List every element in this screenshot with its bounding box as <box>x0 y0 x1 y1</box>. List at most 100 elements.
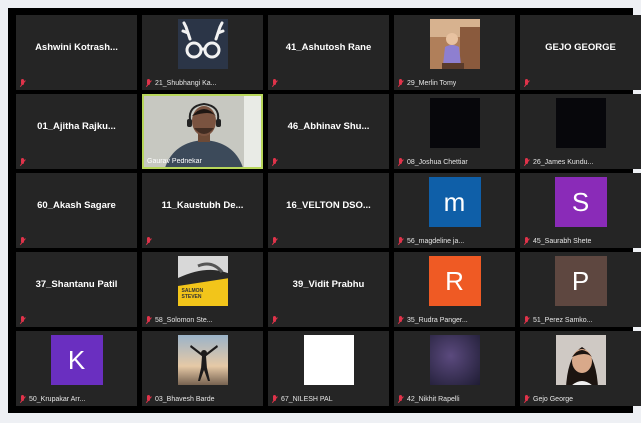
mic-muted-icon <box>523 237 530 246</box>
participant-display-name: 16_VELTON DSO... <box>286 200 371 211</box>
participant-tile[interactable]: 39_Vidit Prabhu <box>268 252 389 327</box>
participant-display-name: 37_Shantanu Patil <box>35 279 118 290</box>
participant-name-label <box>19 237 26 246</box>
participant-name-text: 58_Solomon Ste... <box>155 317 213 324</box>
participant-name-text: Gaurav Pednekar <box>147 158 202 165</box>
participant-tile[interactable]: Ashwini Kotrash... <box>16 15 137 90</box>
mic-muted-icon <box>397 158 404 167</box>
avatar-initial: R <box>445 265 464 296</box>
participant-name-label <box>271 316 278 325</box>
participant-tile[interactable]: 01_Ajitha Rajku... <box>16 94 137 169</box>
mic-muted-icon <box>271 316 278 325</box>
mic-muted-icon <box>397 237 404 246</box>
initial-avatar: P <box>554 256 607 306</box>
participant-name-text: 50_Krupakar Arr... <box>29 396 86 403</box>
poster-text: SALMON STEVEN <box>181 288 204 300</box>
participant-name-label: 51_Perez Samko... <box>523 316 593 325</box>
mic-muted-icon <box>145 395 152 404</box>
profile-picture <box>429 19 480 69</box>
participant-tile[interactable]: Gaurav Pednekar <box>142 94 263 169</box>
mic-muted-icon <box>145 316 152 325</box>
participant-tile[interactable]: 42_Nikhit Rapelli <box>394 331 515 406</box>
participant-name-text: 08_Joshua Chettiar <box>407 159 468 166</box>
participant-name-label: 21_Shubhangi Ka... <box>145 79 217 88</box>
participant-name-label: 56_magdeline ja... <box>397 237 464 246</box>
mic-muted-icon <box>271 395 278 404</box>
participant-gallery-grid: Ashwini Kotrash... 21_Shubhangi Ka... 41_A… <box>16 15 641 407</box>
participant-tile[interactable]: 41_Ashutosh Rane <box>268 15 389 90</box>
participant-tile[interactable]: 16_VELTON DSO... <box>268 173 389 248</box>
participant-display-name: Ashwini Kotrash... <box>35 42 118 53</box>
participant-display-name: 46_Abhinav Shu... <box>287 121 370 132</box>
participant-name-label: 42_Nikhit Rapelli <box>397 395 460 404</box>
participant-name-label: Gaurav Pednekar <box>147 158 202 165</box>
participant-display-name: 41_Ashutosh Rane <box>285 42 372 53</box>
participant-tile[interactable]: 21_Shubhangi Ka... <box>142 15 263 90</box>
initial-avatar: m <box>428 177 481 227</box>
participant-name-text: Gejo George <box>533 396 574 403</box>
participant-name-label: 08_Joshua Chettiar <box>397 158 468 167</box>
avatar-initial: m <box>443 186 466 217</box>
participant-name-text: 03_Bhavesh Barde <box>155 396 215 403</box>
participant-name-label: Gejo George <box>523 395 573 404</box>
participant-name-text: 26_James Kundu... <box>533 159 594 166</box>
profile-picture <box>555 98 606 148</box>
participant-tile[interactable]: 08_Joshua Chettiar <box>394 94 515 169</box>
participant-name-text: 67_NILESH PAL <box>281 396 333 403</box>
mic-muted-icon <box>271 158 278 167</box>
participant-tile[interactable]: GEJO GEORGE <box>520 15 641 90</box>
mic-muted-icon <box>19 79 26 88</box>
participant-name-label: 45_Saurabh Shete <box>523 237 591 246</box>
participant-name-label <box>523 79 530 88</box>
participant-name-label: 67_NILESH PAL <box>271 395 333 404</box>
participant-tile[interactable]: Gejo George <box>520 331 641 406</box>
participant-tile[interactable]: 03_Bhavesh Barde <box>142 331 263 406</box>
participant-display-name: 60_Akash Sagare <box>37 200 116 211</box>
participant-name-label: 03_Bhavesh Barde <box>145 395 215 404</box>
participant-tile[interactable]: S 45_Saurabh Shete <box>520 173 641 248</box>
profile-picture <box>429 335 480 385</box>
mic-muted-icon <box>145 79 152 88</box>
mic-muted-icon <box>397 79 404 88</box>
participant-tile[interactable]: 60_Akash Sagare <box>16 173 137 248</box>
participant-name-text: 35_Rudra Panger... <box>407 317 468 324</box>
participant-display-name: 11_Kaustubh De... <box>161 200 244 211</box>
participant-tile[interactable]: 29_Merlin Tomy <box>394 15 515 90</box>
participant-name-label: 29_Merlin Tomy <box>397 79 456 88</box>
mic-muted-icon <box>523 158 530 167</box>
initial-avatar: R <box>428 256 481 306</box>
participant-name-label <box>271 237 278 246</box>
mic-muted-icon <box>523 395 530 404</box>
participant-tile[interactable]: SALMON STEVEN 58_Solomon Ste... <box>142 252 263 327</box>
participant-name-label <box>145 237 152 246</box>
profile-picture <box>303 335 354 385</box>
participant-name-text: 42_Nikhit Rapelli <box>407 396 460 403</box>
participant-name-label: 58_Solomon Ste... <box>145 316 213 325</box>
participant-tile[interactable]: m 56_magdeline ja... <box>394 173 515 248</box>
participant-name-text: 51_Perez Samko... <box>533 317 593 324</box>
mic-muted-icon <box>397 316 404 325</box>
participant-tile[interactable]: K 50_Krupakar Arr... <box>16 331 137 406</box>
profile-picture <box>429 98 480 148</box>
participant-tile[interactable]: 26_James Kundu... <box>520 94 641 169</box>
participant-tile[interactable]: 11_Kaustubh De... <box>142 173 263 248</box>
mic-muted-icon <box>19 316 26 325</box>
mic-muted-icon <box>145 237 152 246</box>
participant-name-label <box>19 316 26 325</box>
participant-display-name: GEJO GEORGE <box>545 42 616 53</box>
participant-tile[interactable]: 46_Abhinav Shu... <box>268 94 389 169</box>
participant-tile[interactable]: P 51_Perez Samko... <box>520 252 641 327</box>
participant-display-name: 01_Ajitha Rajku... <box>37 121 116 132</box>
mic-muted-icon <box>523 79 530 88</box>
avatar-initial: P <box>571 265 590 296</box>
mic-muted-icon <box>19 158 26 167</box>
participant-tile[interactable]: 67_NILESH PAL <box>268 331 389 406</box>
mic-muted-icon <box>271 79 278 88</box>
participant-tile[interactable]: 37_Shantanu Patil <box>16 252 137 327</box>
profile-picture: SALMON STEVEN <box>177 256 228 306</box>
participant-name-label <box>19 79 26 88</box>
profile-picture <box>555 335 606 385</box>
participant-tile[interactable]: R 35_Rudra Panger... <box>394 252 515 327</box>
mic-muted-icon <box>19 395 26 404</box>
initial-avatar: K <box>50 335 103 385</box>
